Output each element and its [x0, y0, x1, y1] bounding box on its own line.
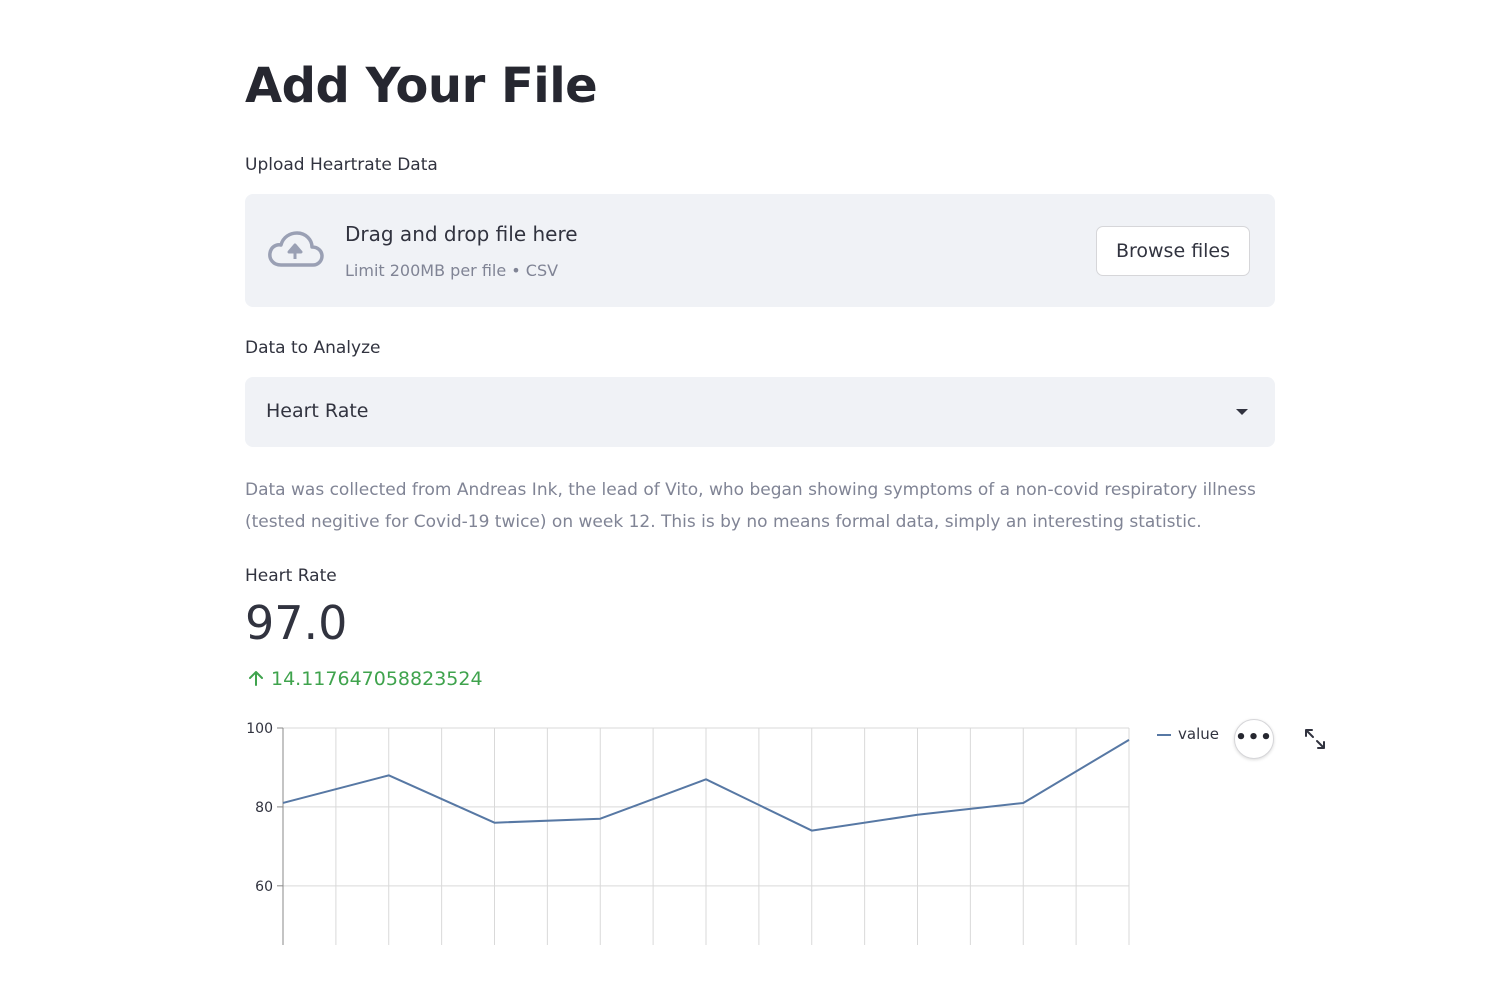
caret-down-icon: [1236, 409, 1248, 415]
description-text: Data was collected from Andreas Ink, the…: [245, 480, 1256, 532]
chart-legend: value: [1157, 725, 1219, 743]
y-tick-label: 80: [255, 800, 273, 816]
metric-delta: 14.117647058823524: [247, 668, 483, 690]
metric-value: 97.0: [245, 596, 348, 650]
y-tick-label: 60: [255, 879, 273, 895]
data-select[interactable]: Heart Rate: [245, 377, 1275, 447]
chart-more-button[interactable]: •••: [1234, 719, 1274, 759]
line-chart: 100 80 60: [246, 721, 1130, 945]
legend-label: value: [1178, 725, 1219, 743]
dropzone-limit-text: Limit 200MB per file • CSV: [345, 261, 559, 280]
page-title: Add Your File: [245, 58, 598, 114]
metric-delta-value: 14.117647058823524: [271, 668, 483, 690]
dropzone-title: Drag and drop file here: [345, 222, 578, 246]
more-horizontal-icon: •••: [1235, 727, 1273, 748]
expand-icon[interactable]: [1302, 726, 1328, 752]
cloud-upload-icon: [268, 231, 324, 267]
legend-swatch: [1157, 733, 1171, 736]
selector-label: Data to Analyze: [245, 338, 381, 358]
browse-files-button[interactable]: Browse files: [1096, 226, 1250, 276]
page: Add Your File Upload Heartrate Data Drag…: [0, 0, 1512, 982]
arrow-up-icon: [247, 668, 265, 690]
metric-label: Heart Rate: [245, 566, 337, 586]
uploader-label: Upload Heartrate Data: [245, 155, 438, 175]
select-value: Heart Rate: [266, 400, 369, 422]
file-dropzone[interactable]: Drag and drop file here Limit 200MB per …: [245, 194, 1275, 307]
y-tick-label: 100: [246, 721, 273, 737]
